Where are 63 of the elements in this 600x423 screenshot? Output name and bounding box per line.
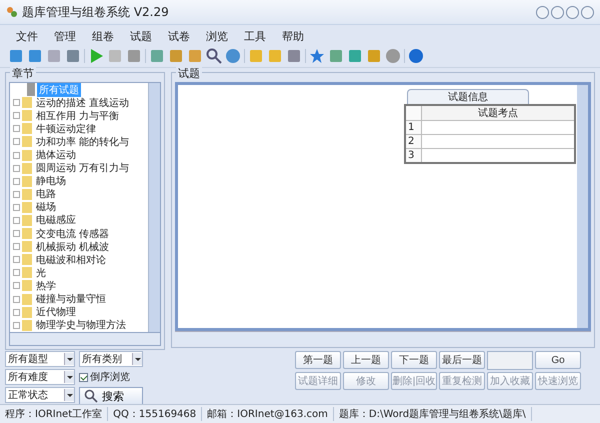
menu-item[interactable]: 帮助: [274, 28, 312, 45]
tree-item[interactable]: 光: [34, 266, 48, 280]
tree-item[interactable]: 抛体运动: [34, 148, 78, 162]
tree-item[interactable]: 圆周运动 万有引力与: [34, 161, 132, 176]
row-number: 2: [405, 134, 422, 148]
tree-item[interactable]: 静电场: [34, 174, 68, 188]
tree-item[interactable]: 电路: [34, 187, 58, 202]
menu-item[interactable]: 组卷: [84, 28, 122, 45]
scrollbar[interactable]: [148, 83, 160, 332]
dropdown[interactable]: 所有题型: [5, 351, 75, 367]
row-number: 3: [405, 148, 422, 163]
tree-item[interactable]: 碰撞与动量守恒: [34, 292, 108, 306]
scrollbar[interactable]: [9, 332, 161, 346]
go-button[interactable]: Go: [535, 351, 581, 369]
tree-item[interactable]: 物理学史与物理方法: [34, 318, 128, 332]
tree-item[interactable]: 交变电流 传感器: [34, 226, 112, 241]
status-text: QQ：155169468: [108, 407, 202, 421]
tree-item[interactable]: 电磁感应: [34, 213, 78, 228]
tree-item[interactable]: 热学: [34, 278, 58, 293]
tree-item[interactable]: 磁场: [34, 200, 58, 214]
menu-item[interactable]: 试卷: [160, 28, 198, 45]
nav-button[interactable]: 下一题: [391, 351, 437, 369]
status-text: 题库：D:\Word题库管理与组卷系统\题库\: [334, 407, 532, 421]
tree-item[interactable]: 运动的描述 直线运动: [34, 96, 132, 110]
play-icon[interactable]: [88, 48, 104, 64]
panel-title: 试题: [176, 66, 202, 81]
menu-item[interactable]: 试题: [122, 28, 160, 45]
dropdown[interactable]: 所有难度: [5, 369, 75, 385]
status-text: 邮箱：IORInet@163.com: [202, 407, 334, 421]
nav-button[interactable]: 第一题: [295, 351, 341, 369]
search-icon[interactable]: [206, 48, 222, 64]
row-number: 1: [405, 120, 422, 134]
nav-button[interactable]: 上一题: [343, 351, 389, 369]
menu-item[interactable]: 浏览: [198, 28, 236, 45]
nav-button[interactable]: 最后一题: [439, 351, 485, 369]
menu-item[interactable]: 工具: [236, 28, 274, 45]
dropdown[interactable]: 所有类别: [79, 351, 143, 367]
tree-item[interactable]: 电磁波和相对论: [34, 252, 108, 267]
tree-item[interactable]: 牛顿运动定律: [34, 122, 98, 136]
dropdown[interactable]: 正常状态: [5, 387, 75, 403]
app-icon: [6, 6, 18, 18]
tree-item[interactable]: 相互作用 力与平衡: [34, 108, 122, 123]
search-icon: [84, 389, 98, 403]
menu-item[interactable]: 管理: [46, 28, 84, 45]
tab[interactable]: 试题信息: [407, 89, 529, 104]
tree-item[interactable]: 近代物理: [34, 305, 78, 320]
checkbox[interactable]: [79, 372, 88, 382]
scrollbar[interactable]: [577, 85, 588, 328]
close-button[interactable]: [581, 6, 594, 18]
panel-title: 章节: [10, 66, 36, 81]
status-text: 程序：IORInet工作室: [0, 407, 108, 421]
search-button[interactable]: 搜索: [79, 387, 143, 405]
help-button[interactable]: [536, 6, 549, 18]
menu-item[interactable]: 文件: [8, 28, 46, 45]
column-header: 试题考点: [422, 105, 575, 120]
star-icon[interactable]: [309, 48, 325, 64]
window-title: 题库管理与组卷系统 V2.29: [22, 4, 169, 20]
tree-item[interactable]: 功和功率 能的转化与: [34, 134, 132, 149]
checkbox-label: 倒序浏览: [90, 370, 130, 384]
tree-item[interactable]: 机械振动 机械波: [34, 240, 112, 254]
question-number-field[interactable]: [487, 351, 533, 370]
maximize-button[interactable]: [566, 6, 579, 18]
minimize-button[interactable]: [551, 6, 564, 18]
